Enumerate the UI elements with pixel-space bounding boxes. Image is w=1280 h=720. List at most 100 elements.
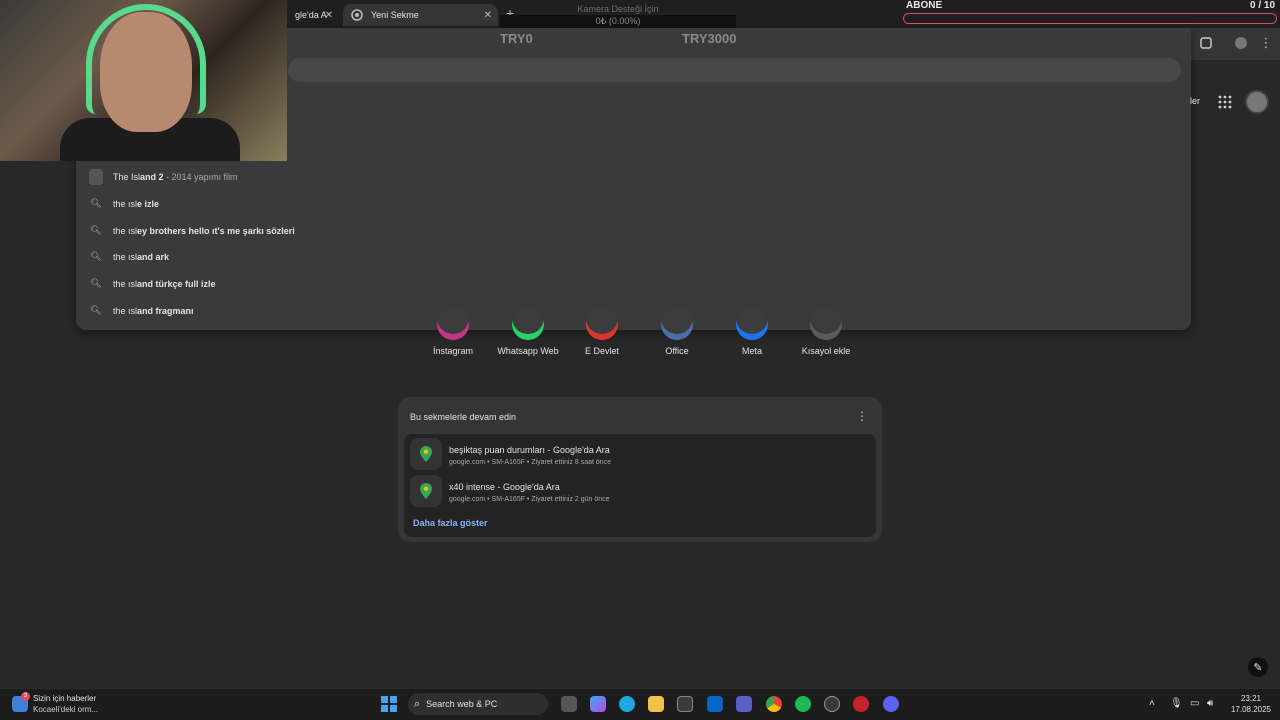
webcam-feed [0,0,287,161]
opera-icon[interactable] [853,696,869,712]
show-more-link[interactable]: Daha fazla göster [413,518,488,528]
instagram-icon [437,308,469,340]
clock[interactable]: 23:21 17.08.2025 [1226,693,1276,715]
shortcut-e-devlet[interactable]: E Devlet [565,308,639,356]
close-icon[interactable]: ✕ [484,10,492,21]
shortcut-office[interactable]: Office [640,308,714,356]
windows-start-icon[interactable] [381,696,397,712]
office-icon [661,308,693,340]
profile-icon[interactable] [1232,34,1250,52]
menu-dots-icon[interactable]: ⋮ [1257,34,1275,52]
clock-time: 23:21 [1240,694,1262,703]
suggestion-plain: the ısl [113,198,138,209]
more-options-icon[interactable]: ⋮ [856,409,868,423]
discord-icon[interactable] [883,696,899,712]
item-meta: google.com • SM-A165F • Ziyaret ettiniz … [449,496,610,503]
search-icon: 🔍︎ [90,305,102,315]
windows-taskbar [0,688,1280,720]
item-meta: google.com • SM-A165F • Ziyaret ettiniz … [449,459,612,466]
news-title[interactable]: Sizin için haberler [33,694,96,703]
suggestion-item[interactable]: 🔍︎ the ısle izle [76,190,1191,217]
shortcut-meta[interactable]: Meta [715,308,789,356]
outlook-icon[interactable] [707,696,723,712]
task-view-icon[interactable] [561,696,577,712]
subscribe-count: 0 / 10 [1250,0,1276,11]
extensions-icon[interactable] [1197,34,1215,52]
plus-icon [810,308,842,340]
suggestion-bold: ey brothers hello ıt's me şarkı sözleri [137,225,295,236]
network-icon[interactable]: ▭ [1190,698,1199,709]
spotify-icon[interactable] [795,696,811,712]
goal-max-label: TRY3000 [682,31,737,46]
continue-item[interactable]: beşiktaş puan durumları - Google'da Ara … [408,438,868,470]
meta-icon [736,308,768,340]
notification-badge: 3 [21,692,30,701]
suggestion-item[interactable]: 🔍︎ the ısley brothers hello ıt's me şark… [76,217,1191,244]
address-bar[interactable] [288,58,1181,82]
suggestion-plain: The Isl [113,171,141,182]
chrome-icon[interactable] [766,696,782,712]
pencil-icon[interactable]: ✎ [1248,657,1268,677]
suggestion-item[interactable]: The Island 2 - 2014 yapımı film [76,163,1191,190]
search-icon: 🔍︎ [90,225,102,235]
search-icon: 🔍︎ [90,278,102,288]
search-icon: ⌕ [414,697,421,710]
camera-support-label: Kamera Desteği İçin [577,4,659,14]
avatar[interactable] [1245,90,1269,114]
suggestion-item[interactable]: 🔍︎ the ısland ark [76,243,1191,270]
teams-icon[interactable] [736,696,752,712]
tab-new-tab[interactable]: Yeni Sekme ✕ [343,4,498,26]
microphone-icon[interactable]: 🎙︎ [1170,698,1183,709]
search-label: Search web & PC [426,699,498,709]
tab-label: gle'da A [295,10,327,20]
search-icon: 🔍︎ [90,251,102,261]
file-explorer-icon[interactable] [648,696,664,712]
tab-google-search[interactable]: gle'da A ✕ [287,4,339,26]
suggestion-sub: - 2014 yapımı film [163,171,238,182]
suggestion-plain: the ısl [113,251,138,262]
news-subtitle[interactable]: Kocaeli'deki orm... [33,705,98,714]
suggestion-plain: the ısl [113,305,138,316]
e-devlet-icon [586,308,618,340]
shortcut-label: İnstagram [432,346,474,356]
suggestion-bold: and ark [137,251,170,262]
item-title: x40 intense - Google'da Ara [449,482,560,492]
chevron-up-icon[interactable]: ˄ [1149,698,1155,709]
shortcut-label: E Devlet [584,346,619,356]
google-maps-icon [410,438,442,470]
shortcut-instagram[interactable]: İnstagram [416,308,490,356]
shortcut-label: Kısayol ekle [801,346,851,356]
edge-icon[interactable] [619,696,635,712]
continue-item[interactable]: x40 intense - Google'da Ara google.com •… [408,475,868,507]
shortcut-label: Whatsapp Web [497,346,559,356]
clock-date: 17.08.2025 [1230,705,1272,714]
close-icon[interactable]: ✕ [325,10,333,21]
item-title: beşiktaş puan durumları - Google'da Ara [449,445,610,455]
suggestion-bold: and 2 [140,171,164,182]
google-maps-icon [410,475,442,507]
volume-icon[interactable]: 🔊︎ [1207,698,1213,709]
apps-grid-icon[interactable] [1218,95,1232,112]
suggestion-bold: and türkçe full izle [137,278,216,289]
shortcut-whatsapp-web[interactable]: Whatsapp Web [491,308,565,356]
donation-progress-bar: 0₺ (0.00%) [500,15,736,28]
tab-label: Yeni Sekme [371,10,419,20]
subscribe-progress-bar [903,13,1277,24]
copilot-icon[interactable] [590,696,606,712]
shortcut-label: Meta [741,346,762,356]
film-thumb-icon [89,168,103,185]
store-icon[interactable] [677,696,693,712]
shortcut-label: Office [665,346,689,356]
steam-icon[interactable] [824,696,840,712]
search-icon: 🔍︎ [90,198,102,208]
chrome-tab-icon [351,9,363,21]
suggestion-bold: e izle [137,198,160,209]
shortcut-add[interactable]: Kısayol ekle [789,308,863,356]
whatsapp-icon [512,308,544,340]
suggestion-item[interactable]: 🔍︎ the ısland türkçe full izle [76,270,1191,297]
suggestion-plain: the ısl [113,225,138,236]
suggestion-plain: the ısl [113,278,138,289]
taskbar-search[interactable]: ⌕ Search web & PC [408,693,548,715]
images-link[interactable]: ler [1190,96,1200,106]
suggestion-bold: and fragmanı [137,305,194,316]
